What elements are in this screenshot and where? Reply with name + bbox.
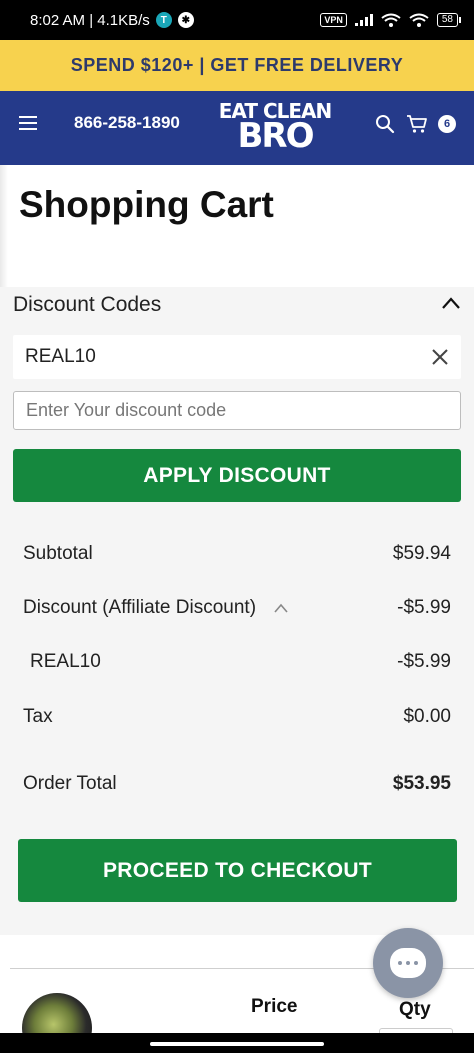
promo-banner[interactable]: SPEND $120+ | GET FREE DELIVERY: [0, 40, 474, 91]
status-right: VPN 58: [320, 13, 462, 27]
chat-button[interactable]: [373, 928, 443, 998]
checkout-label: PROCEED TO CHECKOUT: [103, 858, 372, 882]
discount-label-wrap: Discount (Affiliate Discount): [23, 597, 289, 619]
subtotal-value: $59.94: [392, 543, 451, 564]
status-left: 8:02 AM | 4.1KB/s T ✱: [30, 12, 194, 29]
search-icon[interactable]: [375, 114, 395, 134]
subtotal-row: Subtotal $59.94: [23, 543, 451, 565]
order-total-label: Order Total: [23, 773, 117, 794]
discount-code-row: REAL10 -$5.99: [30, 651, 451, 673]
cart-icon[interactable]: [406, 113, 428, 135]
discount-codes-heading[interactable]: Discount Codes: [13, 293, 161, 317]
gear-notification-icon: ✱: [177, 12, 194, 28]
discount-code-input[interactable]: [13, 391, 461, 430]
discount-label: Discount (Affiliate Discount): [23, 597, 257, 618]
cart-count-badge[interactable]: 6: [438, 115, 456, 133]
site-logo[interactable]: EAT CLEAN BRO: [217, 101, 333, 153]
tax-label: Tax: [23, 706, 53, 727]
close-icon[interactable]: [431, 348, 449, 366]
wifi-icon-2: [409, 13, 429, 27]
status-bar: 8:02 AM | 4.1KB/s T ✱ VPN 58: [0, 0, 474, 40]
logo-line-2: BRO: [237, 116, 315, 156]
price-column-header: Price: [251, 996, 298, 1017]
applied-code-text: REAL10: [25, 346, 96, 367]
qty-column-header: Qty: [399, 999, 431, 1020]
discount-value: -$5.99: [397, 597, 451, 618]
order-total-value: $53.95: [392, 773, 451, 794]
order-total-row: Order Total $53.95: [23, 773, 451, 795]
subtotal-label: Subtotal: [23, 543, 93, 564]
discount-row[interactable]: Discount (Affiliate Discount) -$5.99: [23, 597, 451, 619]
wifi-icon: [381, 13, 401, 27]
chat-icon: [390, 948, 426, 978]
app-notification-icon: T: [155, 12, 172, 28]
battery-icon: 58: [436, 13, 462, 27]
tax-row: Tax $0.00: [23, 706, 451, 728]
applied-discount-code: REAL10: [13, 335, 461, 379]
discount-code-label: REAL10: [30, 651, 101, 672]
discount-code-value: -$5.99: [397, 651, 451, 672]
phone-link[interactable]: 866-258-1890: [74, 113, 180, 133]
apply-discount-button[interactable]: APPLY DISCOUNT: [13, 449, 461, 502]
chevron-up-icon[interactable]: [273, 603, 289, 613]
signal-icon: [354, 14, 373, 26]
chevron-up-icon[interactable]: [441, 296, 461, 310]
home-gesture-handle[interactable]: [150, 1042, 324, 1046]
page-title: Shopping Cart: [19, 184, 274, 225]
apply-discount-label: APPLY DISCOUNT: [143, 463, 331, 487]
tax-value: $0.00: [403, 706, 451, 727]
promo-text: SPEND $120+ | GET FREE DELIVERY: [70, 55, 404, 75]
hamburger-icon[interactable]: [19, 116, 37, 130]
status-time: 8:02 AM | 4.1KB/s: [30, 11, 150, 29]
proceed-to-checkout-button[interactable]: PROCEED TO CHECKOUT: [18, 839, 457, 902]
vpn-icon: VPN: [320, 13, 347, 27]
site-header: 866-258-1890 EAT CLEAN BRO 6: [0, 91, 474, 165]
